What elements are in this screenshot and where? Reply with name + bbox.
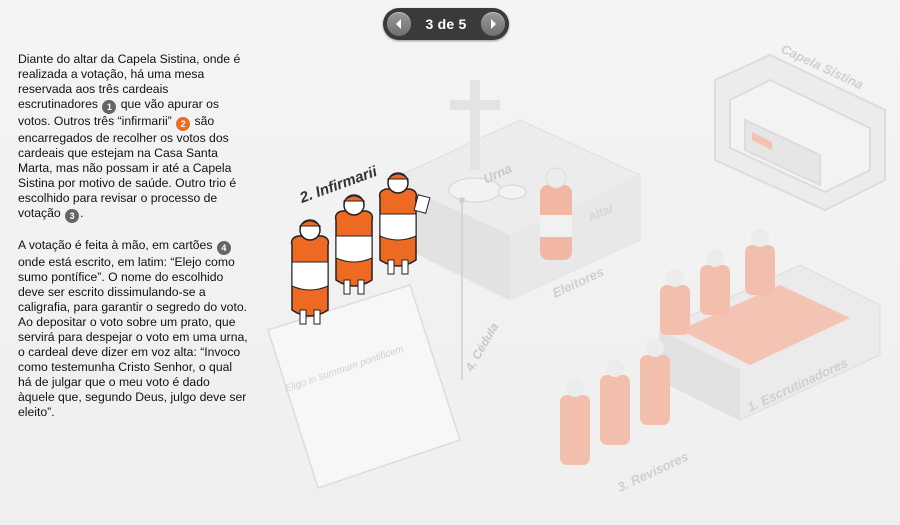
chevron-left-icon <box>396 19 401 29</box>
prev-button[interactable] <box>387 12 411 36</box>
label-infirmarii: 2. Infirmarii <box>297 163 381 207</box>
next-button[interactable] <box>480 12 505 36</box>
badge-cedula: 4 <box>216 241 231 255</box>
infirmarius-2 <box>334 194 374 295</box>
badge-escrutinadores: 1 <box>102 100 117 114</box>
paragraph-1: Diante do altar da Capela Sistina, onde … <box>18 52 241 223</box>
chapel-illustration: Capela Sistina Urna Altar Eleitores 4. C… <box>267 41 886 495</box>
label-revisores: 3. Revisores <box>615 449 691 495</box>
badge-revisores: 3 <box>65 209 80 223</box>
cardinals-revisores <box>560 339 670 465</box>
description-text: Diante do altar da Capela Sistina, onde … <box>18 52 248 435</box>
slide-counter: 3 de 5 <box>425 16 467 32</box>
badge-infirmarii: 2 <box>176 117 191 131</box>
infographic-stage: 3 de 5 Diante do altar da Capela Sistina… <box>0 0 900 525</box>
slide-pager: 3 de 5 <box>383 8 509 40</box>
paragraph-2: A votação é feita à mão, em cartões 4 on… <box>18 238 248 419</box>
chevron-right-icon <box>490 19 496 29</box>
infirmarius-1 <box>290 219 330 325</box>
label-cedula: 4. Cédula <box>462 320 501 374</box>
